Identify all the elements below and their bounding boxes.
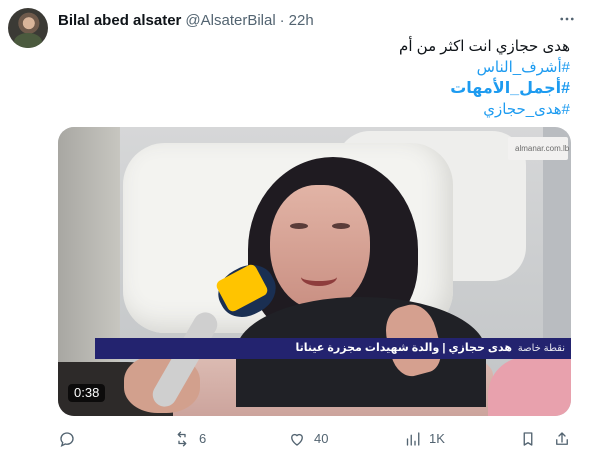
avatar[interactable] [8, 8, 48, 48]
channel-logo: almanar.com.lb [508, 137, 570, 160]
user-handle[interactable]: @AlsaterBilal [185, 12, 275, 29]
views-count: 1K [429, 431, 445, 446]
header-separator: · [279, 11, 285, 29]
views-button[interactable]: 1K [403, 428, 445, 450]
tweet-card[interactable]: Bilal abed alsater @AlsaterBilal · 22h ه… [0, 0, 591, 462]
lower-third-main-text: هدى حجازي | والدة شهيدات مجزرة عيناتا [295, 342, 512, 354]
tweet-text-line-1: هدى حجازي انت اكثر من أم [399, 38, 570, 55]
video-scene-left-eye [290, 223, 308, 229]
video-scene-smile [301, 268, 337, 286]
more-dots-icon[interactable] [557, 9, 577, 29]
hashtag-huda-hijazi[interactable]: #هدى_حجازي [50, 99, 570, 120]
retweet-button[interactable]: 6 [173, 428, 206, 450]
retweet-count: 6 [199, 431, 207, 446]
lower-third-caption: هدى حجازي | والدة شهيدات مجزرة عيناتا نق… [95, 338, 571, 359]
like-count: 40 [314, 431, 329, 446]
like-button[interactable]: 40 [288, 428, 328, 450]
views-icon [403, 430, 421, 448]
bookmark-icon [519, 430, 537, 448]
channel-logo-text: almanar.com.lb [515, 144, 570, 153]
video-scene-face [270, 185, 370, 310]
tweet-header: Bilal abed alsater @AlsaterBilal · 22h [58, 10, 314, 30]
display-name[interactable]: Bilal abed alsater [58, 12, 181, 29]
video-player[interactable]: almanar.com.lb هدى حجازي | والدة شهيدات … [58, 127, 571, 416]
hashtag-ajmal-alomahat[interactable]: #أجمل_الأمهات [50, 78, 570, 99]
video-duration: 0:38 [68, 384, 106, 402]
post-time[interactable]: 22h [289, 12, 314, 29]
share-icon [553, 430, 571, 448]
tweet-actions: 6 40 1K [58, 428, 571, 450]
hashtag-ashraf-alnas[interactable]: #أشرف_الناس [50, 57, 570, 78]
lower-third-sub-text: نقطة خاصة [517, 343, 565, 354]
heart-icon [288, 430, 306, 448]
bookmark-button[interactable] [519, 428, 537, 450]
video-scene-pink-cloth [488, 357, 571, 416]
reply-button[interactable] [58, 428, 84, 450]
video-scene-right-eye [332, 223, 350, 229]
reply-icon [58, 430, 76, 448]
retweet-icon [173, 430, 191, 448]
share-button[interactable] [553, 428, 571, 450]
video-frame [58, 127, 571, 416]
tweet-text: هدى حجازي انت اكثر من أم #أشرف_الناس #أج… [50, 36, 570, 120]
